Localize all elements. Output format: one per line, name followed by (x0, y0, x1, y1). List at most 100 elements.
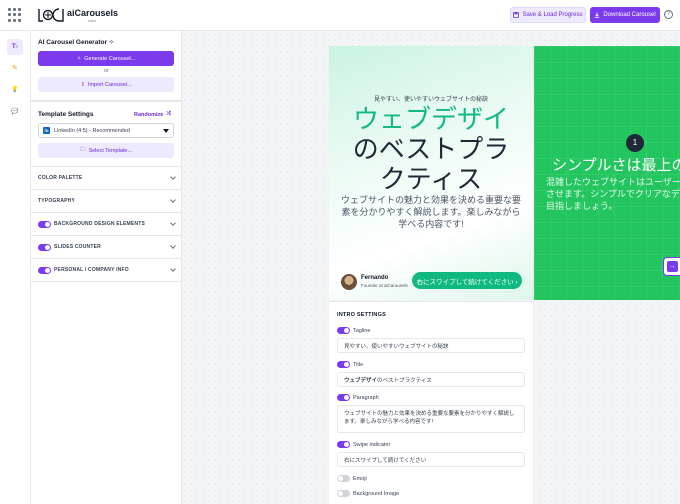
slide-title-highlight: ウェブデザイ (352, 104, 509, 134)
paragraph-toggle[interactable] (337, 394, 350, 401)
section-label: BACKGROUND DESIGN ELEMENTS (54, 221, 146, 227)
author-avatar (341, 274, 357, 290)
next-slide-button[interactable]: → (663, 257, 680, 276)
field-label: Tagline (353, 327, 371, 334)
section-background-design-elements[interactable]: BACKGROUND DESIGN ELEMENTS (31, 212, 182, 235)
chevron-down-icon (170, 220, 176, 226)
select-template-label: Select Template... (88, 147, 133, 154)
template-settings-title: Template Settings (38, 111, 94, 118)
or-separator: or (104, 68, 109, 74)
section-label: TYPOGRAPHY (38, 198, 76, 204)
section-label: COLOR PALETTE (38, 175, 83, 181)
personal-info-toggle[interactable] (38, 266, 51, 274)
slide-number-badge: 1 (626, 134, 644, 152)
save-icon (513, 12, 520, 18)
background-elements-toggle[interactable] (38, 220, 51, 228)
swipe-indicator-input[interactable]: 右にスワイプして続けてください (337, 452, 525, 467)
dropdown-caret-icon (163, 128, 169, 133)
save-load-label: Save & Load Progress (522, 12, 583, 18)
panel-divider (31, 100, 182, 102)
folder-icon: 🗀 (79, 147, 86, 153)
download-label: Download Carousel (603, 12, 656, 18)
slide-paragraph: ウェブサイトの魅力と効果を決める重要な要素を分かりやすく解説します。楽しみながら… (340, 195, 521, 229)
slides-counter-toggle[interactable] (38, 243, 51, 251)
shuffle-icon: ⤮ (166, 111, 171, 117)
field-label: Swipe indicator (353, 441, 391, 448)
download-icon (595, 12, 600, 18)
title-field-header: Title (337, 361, 363, 368)
swipe-indicator: 右にスワイプして続けてください › (412, 272, 522, 289)
section-color-palette[interactable]: COLOR PALETTE (31, 166, 182, 189)
emoji-toggle[interactable] (337, 475, 350, 482)
select-template-button[interactable]: 🗀 Select Template... (38, 143, 174, 158)
author-name: Fernando (361, 275, 389, 281)
background-image-toggle[interactable] (337, 490, 350, 497)
sparkles-icon: ✧ (76, 55, 82, 62)
rail-text-settings-button[interactable]: T≡ (7, 39, 23, 55)
rail-palette-button[interactable]: ✎ (7, 60, 23, 76)
save-load-progress-button[interactable]: Save & Load Progress (510, 7, 586, 23)
rail-ideas-button[interactable]: 💡 (7, 81, 23, 97)
upload-icon: ⇪ (80, 81, 85, 88)
field-label: Paragraph (353, 394, 379, 401)
template-format-select[interactable]: in LinkedIn (4:5) - Recommended (38, 123, 174, 138)
field-label: Title (353, 361, 364, 368)
swipe-toggle[interactable] (337, 441, 350, 448)
text-settings-icon: T≡ (11, 44, 18, 50)
section-personal-company-info[interactable]: PERSONAL / COMPANY INFO (31, 258, 182, 281)
title-input-rest: のベストプラクティス (377, 377, 432, 384)
title-input[interactable]: ウェブデザイ のベストプラクティス (337, 372, 525, 387)
generate-carousel-button[interactable]: ✧ Generate Carousel... (38, 51, 174, 66)
emoji-field-header: Emoji (337, 475, 367, 482)
slide-intro[interactable]: 見やすい、使いやすいウェブサイトの秘訣 ウェブデザイのベストプラクティス ウェブ… (329, 46, 533, 300)
apps-grid-icon[interactable] (8, 8, 22, 22)
tagline-toggle[interactable] (337, 327, 350, 334)
ai-generator-title: AI Carousel Generator ✧ (38, 39, 115, 46)
logo-icon (38, 8, 64, 22)
left-rail: T≡ ✎ 💡 💬 (0, 31, 31, 504)
import-carousel-button[interactable]: ⇪ Import Carousel... (38, 77, 174, 92)
rail-chat-button[interactable]: 💬 (7, 103, 23, 119)
swipe-field-header: Swipe indicator (337, 441, 390, 448)
tagline-input[interactable]: 見やすい、使いやすいウェブサイトの秘訣 (337, 338, 525, 353)
chevron-down-icon (170, 243, 176, 249)
slide-content-1[interactable]: 1 シンプルさは最上の 混雑したウェブサイトはユーザーを混乱させます。シンプルで… (534, 46, 680, 300)
intro-settings-panel: INTRO SETTINGS Tagline 見やすい、使いやすいウェブサイトの… (329, 301, 533, 504)
chevron-down-icon (170, 197, 176, 203)
section-label: PERSONAL / COMPANY INFO (54, 267, 129, 273)
title-toggle[interactable] (337, 361, 350, 368)
slide-title-rest: のベストプラクティス (352, 134, 510, 194)
linkedin-icon: in (43, 127, 50, 134)
brand-domain: .com (87, 18, 96, 23)
field-label: Emoji (353, 475, 367, 482)
download-carousel-button[interactable]: Download Carousel (590, 7, 660, 23)
lightbulb-icon: 💡 (11, 86, 19, 93)
slide-title: ウェブデザイのベストプラクティス (343, 104, 519, 194)
section-typography[interactable]: TYPOGRAPHY (31, 189, 182, 212)
paragraph-textarea[interactable]: ウェブサイトの魅力と効果を決める重要な要素を分かりやすく解説します。楽しみながら… (337, 405, 525, 433)
randomize-button[interactable]: Randomize ⤮ (134, 111, 171, 118)
chevron-down-icon (170, 174, 176, 180)
slide-title: シンプルさは最上の (552, 157, 680, 174)
author-role: Founder at aiCarousels (361, 283, 408, 288)
section-slides-counter[interactable]: SLIDES COUNTER (31, 235, 182, 258)
arrow-right-icon: → (666, 261, 678, 272)
slide-paragraph: 混雑したウェブサイトはユーザーを混乱させます。シンプルでクリアなデザインを目指し… (546, 177, 680, 211)
panel-divider (31, 281, 182, 282)
top-bar: aiCarousels .com Save & Load Progress Do… (0, 0, 680, 31)
brand-name: aiCarousels (67, 8, 119, 18)
tagline-field-header: Tagline (337, 327, 370, 334)
field-label: Background Image (353, 490, 400, 497)
import-label: Import Carousel... (87, 81, 132, 88)
paragraph-field-header: Paragraph (337, 394, 379, 401)
help-icon[interactable]: ? (664, 10, 673, 19)
palette-icon: ✎ (12, 65, 18, 72)
title-input-bold: ウェブデザイ (344, 377, 378, 384)
section-label: SLIDES COUNTER (54, 244, 101, 250)
generate-label: Generate Carousel... (84, 55, 136, 62)
slide-tagline: 見やすい、使いやすいウェブサイトの秘訣 (373, 97, 488, 103)
settings-panel: AI Carousel Generator ✧ ✧ Generate Carou… (31, 31, 182, 504)
template-format-value: LinkedIn (4:5) - Recommended (54, 127, 130, 134)
chat-icon: 💬 (11, 108, 19, 115)
intro-settings-title: INTRO SETTINGS (337, 312, 386, 318)
